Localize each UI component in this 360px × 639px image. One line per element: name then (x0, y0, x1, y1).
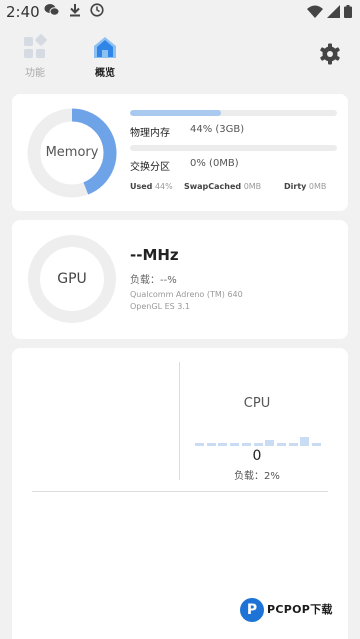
stat-swapcached: SwapCached 0MB (184, 182, 261, 191)
tab-overview-label: 概览 (95, 68, 115, 79)
gear-icon[interactable] (318, 42, 342, 66)
gpu-load: 负载：--% (130, 275, 177, 286)
download-icon (70, 4, 80, 17)
cpu-history-bar (206, 443, 216, 446)
gpu-frequency: --MHz (130, 246, 179, 264)
physical-memory-bar-fill (130, 110, 222, 116)
stat-dirty-value: 0MB (308, 182, 327, 191)
cpu-history-bar (218, 443, 228, 446)
physical-memory-value: 44% (3GB) (190, 124, 245, 135)
stat-used-value: 44% (154, 182, 173, 191)
signal-icon (327, 5, 340, 18)
cpu-history-bar (265, 440, 275, 446)
cpu-history-bar (253, 443, 263, 446)
grid-icon (24, 34, 47, 58)
top-nav: 功能 概览 (0, 30, 360, 82)
watermark-logo: P PCPOP下载 (240, 598, 356, 630)
watermark-logo-text: PCPOP下载 (267, 603, 333, 616)
cpu-history-bar (288, 443, 298, 446)
notification-icons (44, 3, 104, 17)
cpu-horizontal-divider (32, 491, 328, 492)
cpu-history-bar (241, 443, 251, 446)
memory-ring-label: Memory (45, 145, 99, 160)
home-icon (94, 37, 116, 58)
tab-features[interactable]: 功能 (12, 34, 58, 79)
cpu-history-bar (195, 443, 204, 446)
physical-memory-bar (130, 110, 337, 116)
gpu-ring-label: GPU (57, 271, 87, 287)
wifi-icon (307, 5, 323, 18)
cpu-history-bar (312, 443, 321, 446)
cpu-card[interactable]: CPU 0 负载：2% (12, 348, 348, 639)
stat-used: Used 44% (130, 182, 173, 191)
swap-bar (130, 145, 337, 151)
status-bar: 2:40 (0, 0, 360, 24)
cpu-value: 0 (252, 448, 262, 464)
swap-value: 0% (0MB) (190, 158, 239, 169)
physical-memory-row: 物理内存 44% (3GB) (130, 124, 244, 139)
gpu-model: Qualcomm Adreno (TM) 640 (130, 290, 243, 299)
tab-overview[interactable]: 概览 (82, 34, 128, 79)
stat-dirty: Dirty 0MB (284, 182, 326, 191)
cpu-history-bar (276, 443, 286, 446)
watermark-logo-mark: P (240, 598, 264, 622)
swap-row: 交换分区 0% (0MB) (130, 158, 239, 173)
swap-label: 交换分区 (130, 162, 170, 173)
gpu-card[interactable]: GPU --MHz 负载：--% Qualcomm Adreno (TM) 64… (12, 220, 348, 339)
tab-features-label: 功能 (25, 68, 45, 79)
cpu-load: 负载：2% (234, 471, 280, 482)
battery-icon (344, 5, 352, 18)
stat-swapcached-value: 0MB (243, 182, 262, 191)
cpu-history-chart (195, 436, 321, 446)
stat-swapcached-name: SwapCached (184, 182, 242, 191)
clock-icon (90, 3, 104, 17)
cpu-title: CPU (243, 396, 271, 411)
system-icons (307, 5, 352, 18)
cpu-history-bar (230, 443, 240, 446)
stat-used-name: Used (130, 182, 153, 191)
cpu-vertical-divider (179, 362, 180, 480)
status-time: 2:40 (6, 3, 40, 21)
memory-card[interactable]: Memory 物理内存 44% (3GB) 交换分区 0% (0MB) Used… (12, 94, 348, 211)
physical-memory-label: 物理内存 (130, 128, 170, 139)
gpu-gl-version: OpenGL ES 3.1 (130, 302, 190, 311)
cpu-history-bar (300, 437, 310, 446)
stat-dirty-name: Dirty (284, 182, 307, 191)
wechat-icon (44, 4, 60, 16)
